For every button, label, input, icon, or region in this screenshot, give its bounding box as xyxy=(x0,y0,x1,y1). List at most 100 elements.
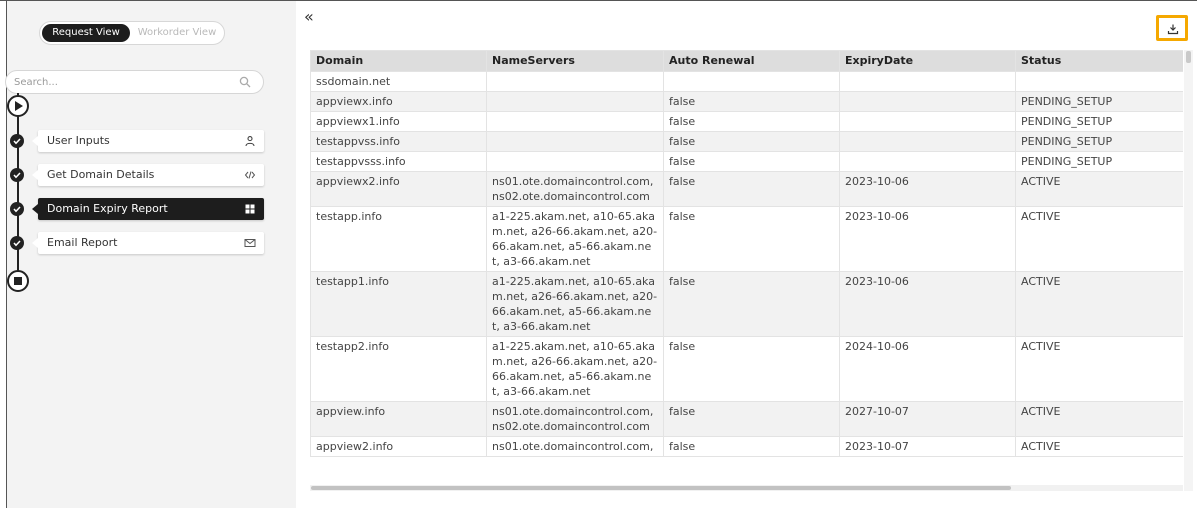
workflow-start-node[interactable] xyxy=(7,95,29,117)
stop-icon xyxy=(14,277,22,285)
cell-expiry-date: 2023-10-06 xyxy=(839,171,1016,207)
step-complete-check-icon xyxy=(10,134,24,148)
column-header-domain[interactable]: Domain xyxy=(310,50,487,72)
step-label: Domain Expiry Report xyxy=(47,202,168,215)
search-icon[interactable] xyxy=(239,76,251,88)
table-vertical-scrollbar[interactable] xyxy=(1184,50,1193,491)
cell-nameservers xyxy=(486,71,664,92)
cell-auto-renewal: false xyxy=(663,151,840,172)
step-complete-check-icon xyxy=(10,168,24,182)
play-icon xyxy=(15,101,23,111)
cell-status xyxy=(1015,71,1183,92)
cell-auto-renewal: false xyxy=(663,171,840,207)
table-row: appviewx2.info ns01.ote.domaincontrol.co… xyxy=(310,171,1183,207)
vertical-scroll-thumb[interactable] xyxy=(1186,51,1191,63)
cell-status: ACTIVE xyxy=(1015,271,1183,337)
cell-status: PENDING_SETUP xyxy=(1015,111,1183,132)
table-row: testapp2.info a1-225.akam.net, a10-65.ak… xyxy=(310,336,1183,402)
cell-auto-renewal: false xyxy=(663,271,840,337)
step-label: Email Report xyxy=(47,236,118,249)
cell-expiry-date: 2023-10-07 xyxy=(839,436,1016,457)
cell-nameservers: ns01.ote.domaincontrol.com, ns02.ote.dom… xyxy=(486,171,664,207)
domain-report-table: Domain NameServers Auto Renewal ExpiryDa… xyxy=(310,50,1183,457)
column-header-expiry-date[interactable]: ExpiryDate xyxy=(839,50,1016,72)
search-input[interactable] xyxy=(14,74,224,90)
cell-domain: appviewx1.info xyxy=(310,111,487,132)
cell-expiry-date xyxy=(839,111,1016,132)
workorder-view-button[interactable]: Workorder View xyxy=(132,24,222,42)
cell-status: ACTIVE xyxy=(1015,401,1183,437)
cell-expiry-date: 2023-10-06 xyxy=(839,271,1016,337)
table-row: appview2.info ns01.ote.domaincontrol.com… xyxy=(310,436,1183,457)
cell-domain: testappvss.info xyxy=(310,131,487,152)
dashboard-icon xyxy=(245,204,255,214)
table-row: testapp.info a1-225.akam.net, a10-65.aka… xyxy=(310,206,1183,272)
column-header-status[interactable]: Status xyxy=(1015,50,1183,72)
cell-auto-renewal xyxy=(663,71,840,92)
domain-report-table-container: Domain NameServers Auto Renewal ExpiryDa… xyxy=(310,50,1183,491)
table-row: testappvsss.info false PENDING_SETUP xyxy=(310,151,1183,172)
workflow-step-user-inputs[interactable]: User Inputs xyxy=(32,130,264,152)
code-icon xyxy=(244,171,256,179)
workflow-sidebar: Request View Workorder View User Inputs … xyxy=(5,1,296,508)
workflow-step-domain-expiry-report[interactable]: Domain Expiry Report xyxy=(32,198,264,220)
step-complete-check-icon xyxy=(10,202,24,216)
cell-auto-renewal: false xyxy=(663,401,840,437)
step-complete-check-icon xyxy=(10,236,24,250)
cell-nameservers xyxy=(486,131,664,152)
cell-status: PENDING_SETUP xyxy=(1015,91,1183,112)
cell-domain: testappvsss.info xyxy=(310,151,487,172)
cell-auto-renewal: false xyxy=(663,336,840,402)
column-header-auto-renewal[interactable]: Auto Renewal xyxy=(663,50,840,72)
search-box xyxy=(5,70,264,94)
cell-nameservers: ns01.ote.domaincontrol.com, xyxy=(486,436,664,457)
user-icon xyxy=(245,136,255,147)
horizontal-scroll-thumb[interactable] xyxy=(311,486,1011,490)
cell-auto-renewal: false xyxy=(663,206,840,272)
view-toggle: Request View Workorder View xyxy=(39,21,225,45)
step-label: Get Domain Details xyxy=(47,168,155,181)
table-row: testappvss.info false PENDING_SETUP xyxy=(310,131,1183,152)
workflow-step-get-domain-details[interactable]: Get Domain Details xyxy=(32,164,264,186)
export-button[interactable] xyxy=(1156,15,1188,41)
cell-domain: testapp1.info xyxy=(310,271,487,337)
cell-auto-renewal: false xyxy=(663,111,840,132)
table-row: testapp1.info a1-225.akam.net, a10-65.ak… xyxy=(310,271,1183,337)
cell-nameservers xyxy=(486,151,664,172)
cell-expiry-date: 2024-10-06 xyxy=(839,336,1016,402)
cell-domain: appviewx2.info xyxy=(310,171,487,207)
email-icon xyxy=(244,239,256,247)
cell-domain: appview.info xyxy=(310,401,487,437)
cell-auto-renewal: false xyxy=(663,436,840,457)
cell-expiry-date xyxy=(839,151,1016,172)
cell-expiry-date xyxy=(839,131,1016,152)
cell-status: ACTIVE xyxy=(1015,206,1183,272)
cell-nameservers: ns01.ote.domaincontrol.com, ns02.ote.dom… xyxy=(486,401,664,437)
cell-expiry-date xyxy=(839,71,1016,92)
cell-status: PENDING_SETUP xyxy=(1015,151,1183,172)
cell-expiry-date xyxy=(839,91,1016,112)
request-view-button[interactable]: Request View xyxy=(42,24,130,42)
cell-domain: appview2.info xyxy=(310,436,487,457)
cell-domain: testapp2.info xyxy=(310,336,487,402)
cell-status: ACTIVE xyxy=(1015,436,1183,457)
table-header-row: Domain NameServers Auto Renewal ExpiryDa… xyxy=(310,50,1183,72)
collapse-sidebar-button[interactable]: « xyxy=(304,9,318,26)
cell-nameservers: a1-225.akam.net, a10-65.akam.net, a26-66… xyxy=(486,336,664,402)
column-header-nameservers[interactable]: NameServers xyxy=(486,50,664,72)
cell-status: ACTIVE xyxy=(1015,171,1183,207)
cell-domain: appviewx.info xyxy=(310,91,487,112)
cell-nameservers: a1-225.akam.net, a10-65.akam.net, a26-66… xyxy=(486,206,664,272)
table-horizontal-scrollbar[interactable] xyxy=(310,485,1183,491)
cell-nameservers: a1-225.akam.net, a10-65.akam.net, a26-66… xyxy=(486,271,664,337)
cell-nameservers xyxy=(486,91,664,112)
workflow-step-email-report[interactable]: Email Report xyxy=(32,232,264,254)
cell-auto-renewal: false xyxy=(663,131,840,152)
cell-domain: ssdomain.net xyxy=(310,71,487,92)
cell-nameservers xyxy=(486,111,664,132)
cell-expiry-date: 2027-10-07 xyxy=(839,401,1016,437)
download-icon xyxy=(1167,24,1179,35)
table-row: ssdomain.net xyxy=(310,71,1183,92)
workflow-end-node[interactable] xyxy=(7,270,29,292)
cell-domain: testapp.info xyxy=(310,206,487,272)
